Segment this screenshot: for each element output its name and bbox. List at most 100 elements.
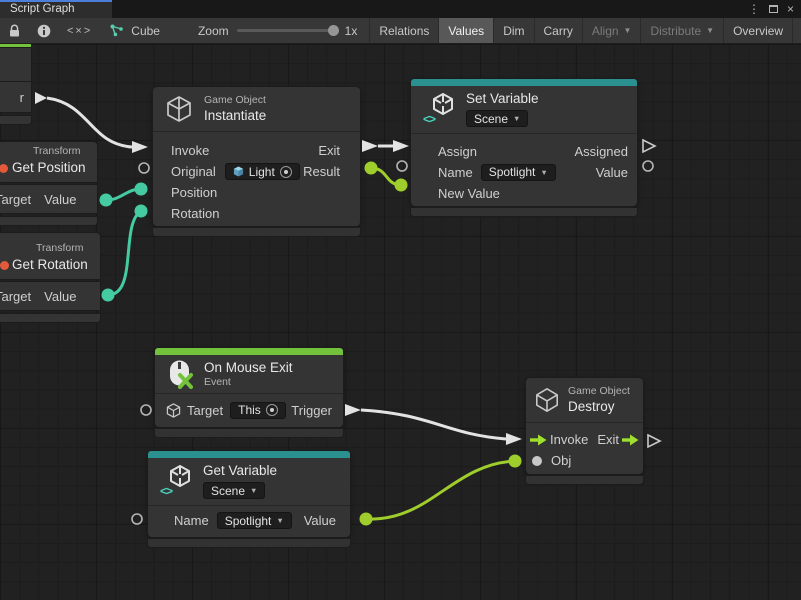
object-field-value: Light (249, 165, 275, 179)
chevron-down-icon: ▼ (250, 486, 257, 495)
node-destroy[interactable]: Game Object Destroy Invoke Exit (526, 378, 643, 484)
toolbar-button-distribute: Distribute ▼ (640, 18, 723, 43)
new-value-port-label: New Value (438, 186, 500, 201)
toolbar-button-relations[interactable]: Relations (369, 18, 438, 43)
value-output-port[interactable] (100, 194, 113, 207)
variable-scope-dropdown[interactable]: Scene ▼ (466, 110, 528, 127)
flow-output-port[interactable] (345, 404, 361, 416)
value-input-port[interactable] (395, 179, 408, 192)
game-object-cube-icon (165, 95, 193, 123)
node-title: Set Variable (466, 90, 539, 107)
value-input-port-empty[interactable] (139, 163, 149, 173)
node-title: Get Variable (203, 462, 277, 479)
value-output-port[interactable] (365, 162, 378, 175)
value-input-port-empty[interactable] (397, 161, 407, 171)
node-body: Invoke Exit Obj (526, 422, 643, 474)
variable-name-value: Spotlight (489, 165, 536, 179)
node-header (0, 48, 31, 82)
value-port-label: Value (304, 513, 336, 528)
mouse-exit-icon (167, 359, 193, 389)
obj-port-label: Obj (551, 453, 571, 468)
breadcrumb[interactable]: Cube (100, 24, 170, 38)
code-icon: <×> (67, 25, 92, 37)
node-header: Transform Get Position (0, 142, 97, 182)
value-port-label: Value (44, 289, 76, 304)
value-wire (366, 461, 515, 519)
node-footer (153, 228, 360, 236)
result-port-label: Result (303, 164, 340, 179)
variable-scope-dropdown[interactable]: Scene ▼ (203, 482, 265, 499)
value-output-port[interactable] (360, 513, 373, 526)
assigned-port-label: Assigned (575, 144, 628, 159)
port-row: Target Value (0, 185, 97, 213)
flow-input-port[interactable] (506, 433, 522, 445)
value-input-port-empty[interactable] (141, 405, 151, 415)
connection-layer (0, 44, 801, 600)
close-icon[interactable]: × (787, 3, 794, 15)
graph-icon (110, 24, 124, 37)
node-footer (411, 208, 637, 216)
node-header: Game Object Instantiate (153, 87, 360, 131)
flow-output-port[interactable] (35, 92, 47, 104)
script-graph-window: Script Graph ⋮ × <×> (0, 0, 801, 600)
zoom-control: Zoom 1x (198, 24, 357, 38)
menu-icon[interactable]: ⋮ (748, 3, 760, 15)
node-get-rotation[interactable]: Transform Get Rotation Target Value (0, 233, 100, 279)
scope-value: Scene (474, 112, 508, 126)
position-port-label: Position (171, 185, 217, 200)
lock-button[interactable] (0, 18, 29, 43)
object-picker-icon[interactable] (266, 404, 278, 416)
name-port-label: Name (174, 513, 209, 528)
port-row: Target Value (0, 282, 100, 310)
exit-port-label: Exit (318, 143, 340, 158)
flow-input-port[interactable] (393, 140, 409, 152)
assign-port-label: Assign (438, 144, 477, 159)
toolbar-button-dim[interactable]: Dim (493, 18, 533, 43)
tab-script-graph[interactable]: Script Graph (0, 0, 112, 18)
toolbar-button-fullscreen[interactable]: Full Screen (792, 18, 801, 43)
node-instantiate[interactable]: Game Object Instantiate Invoke Exit Orig… (153, 87, 360, 236)
node-category: Game Object (568, 385, 630, 398)
toolbar-button-overview[interactable]: Overview (723, 18, 792, 43)
object-field[interactable]: Light (225, 163, 300, 180)
value-output-port-empty[interactable] (643, 161, 653, 171)
zoom-slider[interactable] (237, 29, 337, 32)
flow-output-port-empty[interactable] (648, 435, 660, 447)
node-footer (155, 429, 343, 437)
zoom-slider-handle[interactable] (328, 25, 339, 36)
value-input-port[interactable] (135, 205, 148, 218)
flow-output-port[interactable] (362, 140, 378, 152)
node-header: <> Set Variable Scene ▼ (411, 86, 637, 133)
node-partial-event[interactable]: r (0, 44, 31, 82)
distribute-label: Distribute (650, 24, 701, 38)
original-port-label: Original (171, 164, 216, 179)
toolbar-button-carry[interactable]: Carry (534, 18, 582, 43)
object-picker-icon[interactable] (280, 166, 292, 178)
node-title: Get Rotation (12, 256, 88, 273)
node-on-mouse-exit[interactable]: On Mouse Exit Event Target This (155, 348, 343, 437)
variable-name-dropdown[interactable]: Spotlight ▼ (481, 164, 556, 181)
tab-bar: Script Graph ⋮ × (0, 0, 801, 18)
obj-port-icon (532, 456, 542, 466)
node-footer (148, 539, 350, 547)
node-set-variable[interactable]: <> Set Variable Scene ▼ Assign Assigned (411, 79, 637, 216)
node-get-position[interactable]: Transform Get Position Target Value (0, 142, 97, 182)
maximize-icon[interactable] (769, 5, 778, 13)
info-button[interactable] (29, 18, 59, 43)
zoom-label: Zoom (198, 24, 229, 38)
flow-output-port-empty[interactable] (643, 140, 655, 152)
toolbar-button-values[interactable]: Values (438, 18, 493, 43)
target-field[interactable]: This (230, 402, 286, 419)
node-category: Transform (36, 242, 83, 255)
value-input-port[interactable] (135, 183, 148, 196)
variable-name-dropdown[interactable]: Spotlight ▼ (217, 512, 292, 529)
code-view-button[interactable]: <×> (59, 18, 100, 43)
value-output-port[interactable] (102, 289, 115, 302)
value-input-port[interactable] (509, 455, 522, 468)
invoke-port-label: Invoke (171, 143, 209, 158)
flow-input-port[interactable] (132, 141, 148, 153)
value-input-port-empty[interactable] (132, 514, 142, 524)
node-get-variable[interactable]: <> Get Variable Scene ▼ Name Spot (148, 451, 350, 547)
variable-name-value: Spotlight (225, 514, 272, 528)
graph-canvas[interactable]: r Transform Get Position Target Value Tr… (0, 44, 801, 600)
